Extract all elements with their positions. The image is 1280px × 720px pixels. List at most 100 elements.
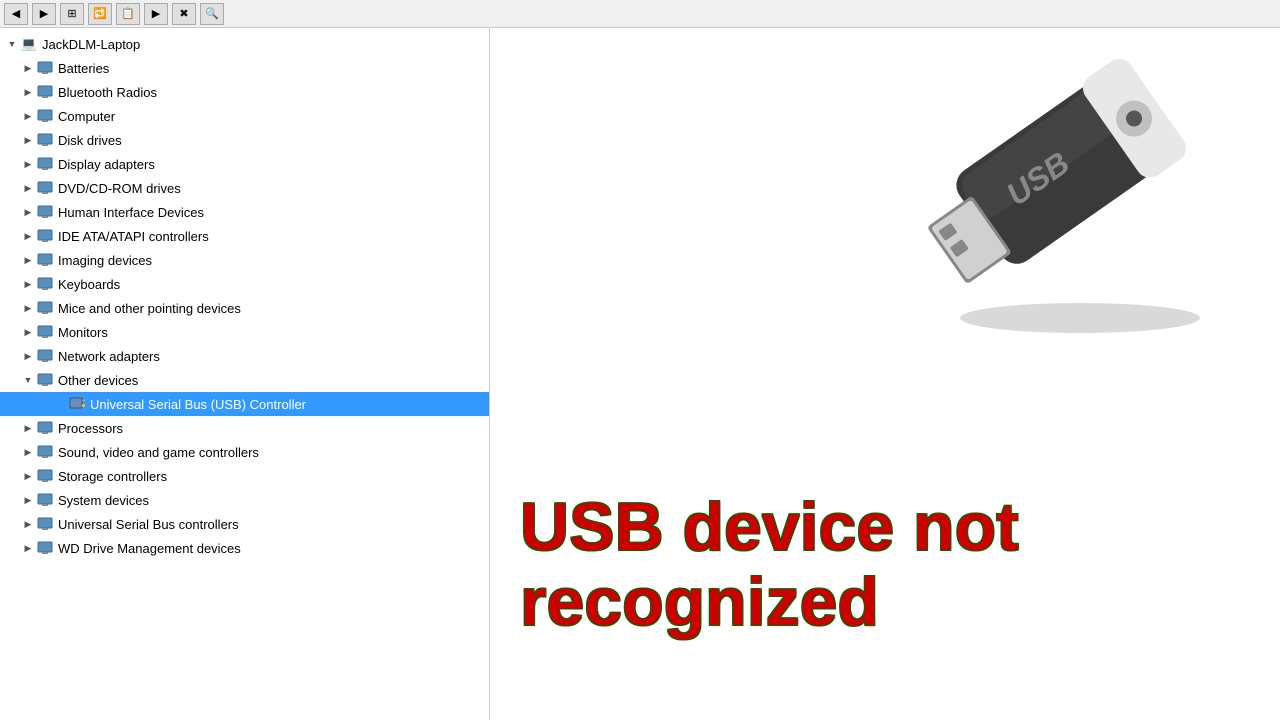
tree-root[interactable]: ▼ 💻 JackDLM-Laptop [0,32,489,56]
label-usb-controllers: Universal Serial Bus controllers [58,517,239,532]
tree-item-imaging[interactable]: ▶ Imaging devices [0,248,489,272]
expander-batteries[interactable]: ▶ [20,60,36,76]
expander-mice[interactable]: ▶ [20,300,36,316]
expander-usb-controllers[interactable]: ▶ [20,516,36,532]
label-storage: Storage controllers [58,469,167,484]
expander-ide[interactable]: ▶ [20,228,36,244]
label-bluetooth: Bluetooth Radios [58,85,157,100]
tree-item-hid[interactable]: ▶ Human Interface Devices [0,200,489,224]
label-dvdrom: DVD/CD-ROM drives [58,181,181,196]
expander-system[interactable]: ▶ [20,492,36,508]
back-button[interactable]: ◀ [4,3,28,25]
expander-dvdrom[interactable]: ▶ [20,180,36,196]
label-batteries: Batteries [58,61,109,76]
tree-item-usb-controllers[interactable]: ▶ Universal Serial Bus controllers [0,512,489,536]
icon-computer [36,107,54,125]
tree-item-storage[interactable]: ▶ Storage controllers [0,464,489,488]
label-system: System devices [58,493,149,508]
expander-diskdrives[interactable]: ▶ [20,132,36,148]
root-icon: 💻 [20,35,38,53]
icon-usb-controllers [36,515,54,533]
tree-item-sound[interactable]: ▶ Sound, video and game controllers [0,440,489,464]
svg-text:!: ! [83,397,84,402]
expander-storage[interactable]: ▶ [20,468,36,484]
icon-sound [36,443,54,461]
expander-displayadapters[interactable]: ▶ [20,156,36,172]
tree-item-processors[interactable]: ▶ Processors [0,416,489,440]
tree-item-displayadapters[interactable]: ▶Display adapters [0,152,489,176]
error-message: USB device not recognized [520,490,1260,640]
icon-usb-controller: ! [68,395,86,413]
uninstall-button[interactable]: ✖ [172,3,196,25]
tree-item-diskdrives[interactable]: ▶Disk drives [0,128,489,152]
icon-diskdrives [36,131,54,149]
tree-item-dvdrom[interactable]: ▶ DVD/CD-ROM drives [0,176,489,200]
label-network: Network adapters [58,349,160,364]
expander-other[interactable]: ▼ [20,372,36,388]
forward-button[interactable]: ▶ [32,3,56,25]
play-button[interactable]: ▶ [144,3,168,25]
expander-bluetooth[interactable]: ▶ [20,84,36,100]
tree-item-system[interactable]: ▶ System devices [0,488,489,512]
properties-button[interactable]: ⊞ [60,3,84,25]
tree-item-usb-controller[interactable]: ! Universal Serial Bus (USB) Controller [0,392,489,416]
expander-computer[interactable]: ▶ [20,108,36,124]
root-expander[interactable]: ▼ [4,36,20,52]
scan-button[interactable]: 🔍 [200,3,224,25]
expander-keyboards[interactable]: ▶ [20,276,36,292]
label-ide: IDE ATA/ATAPI controllers [58,229,209,244]
icon-network [36,347,54,365]
tree-items: ▶ Batteries ▶ Bluetooth Radios ▶ Computer ▶Dis… [0,56,489,560]
right-panel: USB 4GB USB device not recognized [490,28,1280,720]
icon-hid [36,203,54,221]
label-hid: Human Interface Devices [58,205,204,220]
label-processors: Processors [58,421,123,436]
label-wd: WD Drive Management devices [58,541,241,556]
icon-ide [36,227,54,245]
error-line2: recognized [520,565,1260,640]
tree-item-batteries[interactable]: ▶ Batteries [0,56,489,80]
tree-item-keyboards[interactable]: ▶ Keyboards [0,272,489,296]
tree-item-bluetooth[interactable]: ▶ Bluetooth Radios [0,80,489,104]
toolbar: ◀ ▶ ⊞ 🔁 📋 ▶ ✖ 🔍 [0,0,1280,28]
label-computer: Computer [58,109,115,124]
tree-item-computer[interactable]: ▶ Computer [0,104,489,128]
tree-item-other[interactable]: ▼ Other devices [0,368,489,392]
label-imaging: Imaging devices [58,253,152,268]
label-sound: Sound, video and game controllers [58,445,259,460]
root-label: JackDLM-Laptop [42,37,140,52]
tree-item-mice[interactable]: ▶ Mice and other pointing devices [0,296,489,320]
expander-sound[interactable]: ▶ [20,444,36,460]
expander-monitors[interactable]: ▶ [20,324,36,340]
update-button[interactable]: 🔁 [88,3,112,25]
tree-item-ide[interactable]: ▶ IDE ATA/ATAPI controllers [0,224,489,248]
main-container: ▼ 💻 JackDLM-Laptop ▶ Batteries ▶ Bluetooth … [0,28,1280,720]
icon-dvdrom [36,179,54,197]
tree-item-monitors[interactable]: ▶ Monitors [0,320,489,344]
icon-system [36,491,54,509]
expander-usb-controller[interactable] [52,396,68,412]
view-button[interactable]: 📋 [116,3,140,25]
icon-imaging [36,251,54,269]
label-mice: Mice and other pointing devices [58,301,241,316]
icon-other [36,371,54,389]
expander-imaging[interactable]: ▶ [20,252,36,268]
icon-bluetooth [36,83,54,101]
tree-item-network[interactable]: ▶ Network adapters [0,344,489,368]
icon-keyboards [36,275,54,293]
expander-processors[interactable]: ▶ [20,420,36,436]
icon-processors [36,419,54,437]
icon-wd [36,539,54,557]
label-keyboards: Keyboards [58,277,120,292]
label-other: Other devices [58,373,138,388]
expander-wd[interactable]: ▶ [20,540,36,556]
icon-mice [36,299,54,317]
device-tree: ▼ 💻 JackDLM-Laptop ▶ Batteries ▶ Bluetooth … [0,28,490,720]
label-usb-controller: Universal Serial Bus (USB) Controller [90,397,306,412]
expander-hid[interactable]: ▶ [20,204,36,220]
label-monitors: Monitors [58,325,108,340]
icon-batteries [36,59,54,77]
expander-network[interactable]: ▶ [20,348,36,364]
icon-displayadapters [36,155,54,173]
tree-item-wd[interactable]: ▶ WD Drive Management devices [0,536,489,560]
